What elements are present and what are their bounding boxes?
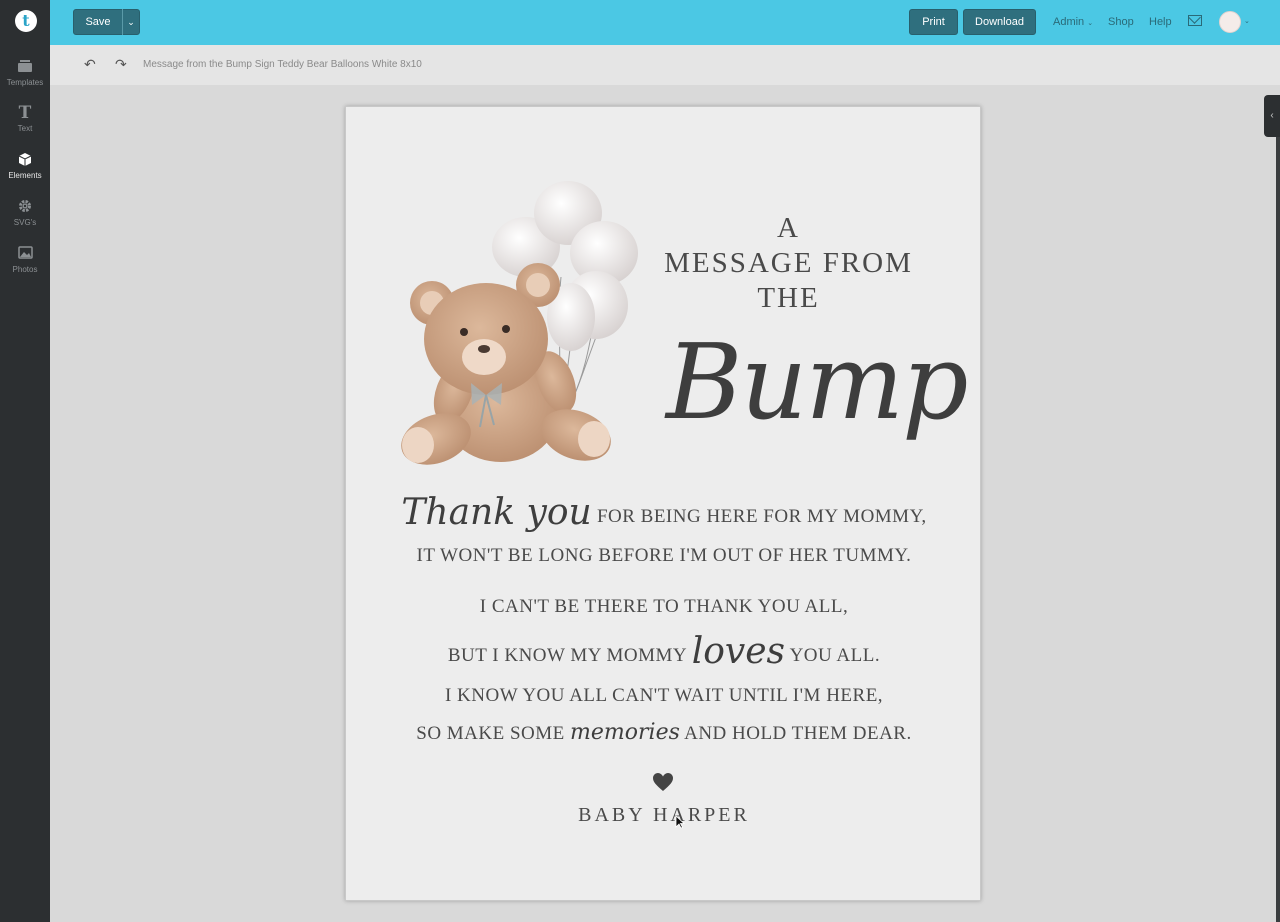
right-panel-edge xyxy=(1276,137,1280,922)
verse-line[interactable]: I CAN'T BE THERE TO THANK YOU ALL, xyxy=(346,596,982,618)
sidebar-item-photos[interactable]: Photos xyxy=(0,246,50,274)
save-button[interactable]: Save ⌄ xyxy=(73,9,140,35)
verse-text: SO MAKE SOME xyxy=(416,723,565,744)
verse-line[interactable]: IT WON'T BE LONG BEFORE I'M OUT OF HER T… xyxy=(346,545,982,567)
sidebar-item-elements[interactable]: Elements xyxy=(0,152,50,180)
photo-icon xyxy=(0,246,50,262)
print-button[interactable]: Print xyxy=(909,9,958,35)
admin-menu-label: Admin xyxy=(1053,16,1085,28)
verse-line[interactable]: Thank you FOR BEING HERE FOR MY MOMMY, xyxy=(346,492,982,533)
sidebar-item-svgs[interactable]: SVG's xyxy=(0,199,50,227)
verse-text: BUT I KNOW MY MOMMY xyxy=(447,645,687,666)
chevron-down-icon: ⌄ xyxy=(1087,20,1094,27)
verse-line[interactable]: I KNOW YOU ALL CAN'T WAIT UNTIL I'M HERE… xyxy=(346,685,982,707)
sidebar-item-label: Templates xyxy=(6,78,44,87)
script-word: loves xyxy=(691,631,786,672)
teddy-bear-balloons-image[interactable] xyxy=(396,177,646,467)
design-canvas[interactable]: A MESSAGE FROM THE Bump Thank you FOR BE… xyxy=(345,106,981,901)
editor-toolbar: ↶ ↷ Message from the Bump Sign Teddy Bea… xyxy=(50,45,1280,85)
chevron-down-icon[interactable]: ⌄ xyxy=(123,17,139,28)
verse-line[interactable]: SO MAKE SOME memories AND HOLD THEM DEAR… xyxy=(346,720,982,745)
document-title: Message from the Bump Sign Teddy Bear Ba… xyxy=(143,59,422,70)
chevron-left-icon: ‹ xyxy=(1270,110,1274,121)
mail-icon[interactable] xyxy=(1188,15,1202,26)
design-heading[interactable]: A MESSAGE FROM THE xyxy=(646,211,931,316)
verse-text: FOR BEING HERE FOR MY MOMMY, xyxy=(596,506,927,527)
heading-script-text[interactable]: Bump xyxy=(666,317,969,447)
sidebar-item-label: SVG's xyxy=(13,218,37,227)
heading-line: A xyxy=(777,212,800,244)
download-button[interactable]: Download xyxy=(963,9,1036,35)
redo-icon[interactable]: ↷ xyxy=(115,56,127,73)
admin-menu[interactable]: Admin ⌄ xyxy=(1053,16,1093,28)
heart-icon[interactable] xyxy=(652,772,674,792)
panel-toggle-button[interactable]: ‹ xyxy=(1264,95,1280,137)
script-word: memories xyxy=(570,720,680,745)
text-icon: T xyxy=(18,103,32,123)
templates-icon xyxy=(0,59,50,75)
sidebar-item-label: Photos xyxy=(12,265,38,274)
signature-text[interactable]: BABY HARPER xyxy=(346,804,982,827)
mouse-cursor-icon xyxy=(675,815,685,829)
verse-text: YOU ALL. xyxy=(789,645,881,666)
chevron-down-icon[interactable]: ⌄ xyxy=(1244,17,1250,25)
shop-link[interactable]: Shop xyxy=(1108,16,1134,28)
app-logo[interactable]: t xyxy=(15,10,37,32)
top-bar: Save ⌄ Print Download Admin ⌄ Shop Help ⌄ xyxy=(50,0,1280,45)
save-button-label: Save xyxy=(85,16,111,28)
sidebar-item-label: Elements xyxy=(8,171,42,180)
sidebar-item-label: Text xyxy=(17,124,33,133)
left-sidebar: t Templates T Text Elements SVG's Photos xyxy=(0,0,50,922)
script-word: Thank you xyxy=(401,492,592,533)
verse-line[interactable]: BUT I KNOW MY MOMMY loves YOU ALL. xyxy=(346,631,982,672)
sidebar-item-text[interactable]: T Text xyxy=(0,103,50,134)
avatar[interactable] xyxy=(1219,11,1241,33)
sidebar-item-templates[interactable]: Templates xyxy=(0,59,50,87)
help-link[interactable]: Help xyxy=(1149,16,1172,28)
elements-icon xyxy=(0,152,50,168)
heading-line: THE xyxy=(757,282,820,314)
heading-line: MESSAGE FROM xyxy=(664,247,913,279)
undo-icon[interactable]: ↶ xyxy=(84,56,96,73)
verse-text: AND HOLD THEM DEAR. xyxy=(684,723,912,744)
gear-icon xyxy=(0,199,50,215)
